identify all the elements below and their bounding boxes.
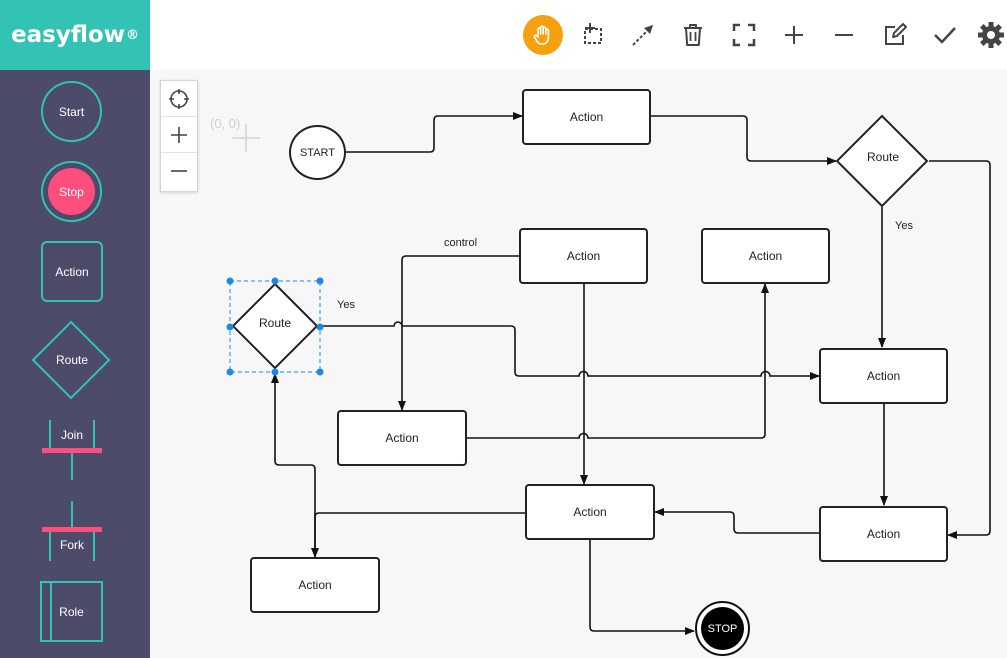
action-node-label: Action: [566, 249, 601, 263]
palette-route[interactable]: Route: [32, 320, 112, 400]
edge-label-yes-right: Yes: [895, 220, 913, 232]
route-node-selected-label: Route: [258, 316, 292, 330]
edge-control: [398, 255, 520, 411]
edge-route-selected-to-action-right: [320, 321, 820, 380]
canvas-zoom-in-button[interactable]: [161, 117, 197, 153]
action-node-mid-right[interactable]: Action: [701, 228, 830, 284]
stop-node[interactable]: STOP: [695, 601, 750, 656]
action-node-center-bottom[interactable]: Action: [525, 484, 655, 540]
stop-node-fill: STOP: [701, 607, 744, 650]
palette-join[interactable]: Join: [40, 418, 104, 482]
route-node-top-label: Route: [866, 150, 900, 164]
action-node-bottom-left[interactable]: Action: [250, 557, 380, 613]
edge-label-yes-left: Yes: [337, 299, 355, 311]
action-node-right-bottom[interactable]: Action: [819, 506, 948, 562]
action-node-right[interactable]: Action: [819, 348, 948, 404]
connect-button[interactable]: [624, 16, 662, 54]
action-node-label: Action: [748, 249, 783, 263]
connect-icon: [632, 25, 653, 46]
palette-start[interactable]: Start: [41, 81, 102, 142]
app-logo: easyflow ®: [0, 0, 150, 70]
palette-start-label: Start: [58, 104, 85, 119]
action-node-label: Action: [866, 527, 901, 541]
locate-button[interactable]: [161, 81, 197, 117]
action-node-label: Action: [569, 110, 604, 124]
zoom-in-button[interactable]: [775, 16, 813, 54]
diagram-canvas[interactable]: (0, 0) START Action Route Yes control Ye…: [150, 70, 1007, 658]
zoom-controls: [160, 80, 198, 192]
check-icon: [934, 27, 956, 44]
palette-fork-label: Fork: [60, 538, 84, 552]
fullscreen-icon: [732, 23, 756, 47]
zoom-out-icon: [835, 34, 853, 36]
hand-icon: [533, 25, 550, 45]
edge-action-to-route: [650, 115, 837, 165]
action-node-label: Action: [385, 431, 419, 445]
select-area-icon: [584, 23, 602, 44]
trash-icon: [684, 24, 702, 46]
edit-icon: [885, 23, 907, 45]
start-node[interactable]: START: [289, 125, 346, 180]
palette-join-label: Join: [60, 428, 83, 442]
app-name: easyflow: [11, 22, 125, 48]
origin-crosshair-icon: [232, 124, 260, 152]
palette-action[interactable]: Action: [41, 241, 103, 302]
canvas-zoom-out-button[interactable]: [161, 153, 197, 189]
action-node-left[interactable]: Action: [337, 410, 467, 466]
fullscreen-button[interactable]: [725, 16, 763, 54]
edge-center-bottom-to-stop: [589, 540, 695, 635]
confirm-button[interactable]: [926, 16, 964, 54]
palette-role-label: Role: [59, 604, 84, 619]
role-lane-divider: [50, 583, 52, 640]
edge-label-control: control: [444, 237, 478, 249]
action-node-label: Action: [573, 505, 607, 519]
palette-stop[interactable]: Stop: [41, 161, 102, 222]
registered-mark: ®: [125, 27, 139, 43]
palette-route-label: Route: [55, 353, 89, 367]
action-node-label: Action: [866, 369, 901, 383]
delete-button[interactable]: [674, 16, 712, 54]
settings-button[interactable]: [975, 16, 1007, 54]
fork-icon: [42, 501, 102, 561]
edit-button[interactable]: [876, 16, 914, 54]
edge-bottom-left-to-route-selected: [271, 373, 316, 557]
zoom-out-button[interactable]: [825, 16, 863, 54]
hand-tool-button[interactable]: [523, 15, 563, 55]
zoom-out-icon: [171, 170, 187, 172]
palette-stop-label: Stop: [59, 184, 84, 199]
edge-action-left-to-action-mid-right: [466, 283, 769, 439]
shape-palette: easyflow ® Start Stop Action Route Join F…: [0, 0, 150, 658]
stop-node-label: STOP: [707, 622, 738, 635]
palette-stop-fill: Stop: [48, 168, 95, 215]
edge-right-bottom-to-center-bottom: [654, 508, 820, 534]
start-node-label: START: [299, 146, 336, 159]
action-node-top[interactable]: Action: [522, 89, 651, 145]
palette-role[interactable]: Role: [40, 581, 103, 642]
locate-icon: [169, 88, 189, 109]
palette-action-label: Action: [55, 264, 89, 279]
edge-center-bottom-to-bottom-left: [311, 512, 526, 558]
zoom-in-icon: [785, 26, 803, 44]
palette-fork[interactable]: Fork: [40, 499, 104, 563]
toolbar: [150, 0, 1007, 70]
action-node-mid-center[interactable]: Action: [519, 228, 648, 284]
action-node-label: Action: [298, 578, 332, 592]
gear-icon: [978, 22, 1004, 48]
edge-start-to-action: [345, 112, 523, 153]
zoom-in-icon: [171, 126, 187, 143]
select-area-button[interactable]: [574, 16, 612, 54]
